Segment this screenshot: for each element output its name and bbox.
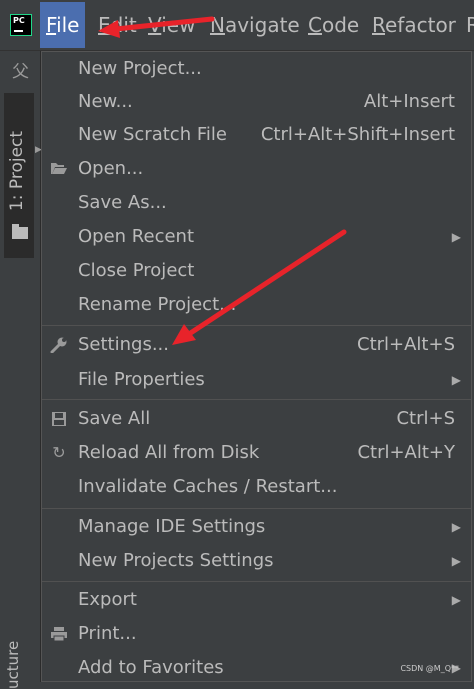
layout-icon[interactable]: 父 [12, 63, 30, 81]
menu-item-label: Add to Favorites [78, 657, 224, 678]
menu-item-open[interactable]: Open... [42, 152, 471, 186]
submenu-arrow-icon: ▶ [451, 373, 461, 387]
menu-edit[interactable]: Edit [92, 10, 143, 40]
submenu-arrow-icon: ▶ [451, 520, 461, 534]
menu-item-new[interactable]: New... Alt+Insert [42, 85, 471, 119]
submenu-arrow-icon: ▶ [451, 554, 461, 568]
reload-icon: ↻ [52, 443, 66, 462]
menu-item-print[interactable]: Print... [42, 617, 471, 651]
menu-item-manage-ide-settings[interactable]: Manage IDE Settings ▶ [42, 510, 471, 544]
menu-item-close-project[interactable]: Close Project [42, 254, 471, 288]
menu-item-label: Invalidate Caches / Restart... [78, 476, 338, 497]
menu-item-label: New Projects Settings [78, 550, 274, 571]
main-menu-bar: PC File Edit View Navigate Code Refactor… [0, 0, 474, 51]
wrench-icon [50, 337, 68, 354]
menu-item-label: Save All [78, 408, 151, 429]
menu-item-new-project[interactable]: New Project... [42, 52, 471, 86]
menu-file[interactable]: File [40, 2, 86, 48]
menu-item-settings[interactable]: Settings... Ctrl+Alt+S [42, 328, 471, 362]
printer-icon [50, 626, 68, 642]
folder-icon [12, 224, 28, 239]
menu-item-label: File Properties [78, 369, 205, 390]
menu-item-export[interactable]: Export ▶ [42, 583, 471, 617]
pycharm-logo-icon: PC [10, 14, 32, 36]
left-tool-strip: 父 1: Project ▶ ucture [0, 51, 42, 689]
menu-item-label: Print... [78, 623, 137, 644]
menu-item-label: New... [78, 91, 133, 112]
menu-separator [42, 399, 471, 400]
submenu-arrow-icon: ▶ [451, 230, 461, 244]
menu-navigate[interactable]: Navigate [204, 10, 306, 40]
menu-item-label: Reload All from Disk [78, 442, 260, 463]
structure-tab-label[interactable]: ucture [3, 619, 23, 689]
menu-item-save-as[interactable]: Save As... [42, 186, 471, 220]
menu-item-label: Close Project [78, 260, 195, 281]
menu-separator [42, 581, 471, 582]
menu-item-label: New Project... [78, 58, 202, 79]
project-tab-label: 1: Project [7, 130, 27, 212]
menu-separator [42, 325, 471, 326]
menu-code[interactable]: Code [302, 10, 365, 40]
shortcut-label: Ctrl+Alt+Shift+Insert [260, 124, 455, 145]
menu-item-label: Export [78, 589, 137, 610]
menu-item-save-all[interactable]: Save All Ctrl+S [42, 402, 471, 436]
menu-item-label: Open Recent [78, 226, 195, 247]
menu-separator [42, 508, 471, 509]
menu-item-rename-project[interactable]: Rename Project... [42, 288, 471, 322]
menu-item-label: Rename Project... [78, 294, 237, 315]
menu-item-label: New Scratch File [78, 124, 227, 145]
menu-run-partial[interactable]: R [460, 10, 474, 40]
submenu-arrow-icon: ▶ [451, 593, 461, 607]
menu-view[interactable]: View [142, 10, 201, 40]
menu-item-open-recent[interactable]: Open Recent ▶ [42, 220, 471, 254]
floppy-disk-icon [50, 411, 68, 427]
project-tool-window-tab[interactable]: 1: Project [4, 93, 34, 258]
shortcut-label: Ctrl+S [396, 408, 455, 429]
menu-item-new-scratch-file[interactable]: New Scratch File Ctrl+Alt+Shift+Insert [42, 118, 471, 152]
menu-item-reload-all[interactable]: ↻ Reload All from Disk Ctrl+Alt+Y [42, 436, 471, 470]
menu-item-file-properties[interactable]: File Properties ▶ [42, 363, 471, 397]
shortcut-label: Alt+Insert [363, 91, 455, 112]
menu-item-label: Save As... [78, 192, 167, 213]
shortcut-label: Ctrl+Alt+Y [357, 442, 455, 463]
menu-refactor[interactable]: Refactor [366, 10, 462, 40]
folder-open-icon [50, 161, 68, 177]
menu-item-new-projects-settings[interactable]: New Projects Settings ▶ [42, 544, 471, 578]
menu-item-label: Settings... [78, 334, 169, 355]
menu-item-label: Manage IDE Settings [78, 516, 266, 537]
shortcut-label: Ctrl+Alt+S [357, 334, 455, 355]
menu-item-invalidate-caches[interactable]: Invalidate Caches / Restart... [42, 470, 471, 504]
watermark-text: CSDN @M_Q** [400, 664, 459, 673]
menu-item-label: Open... [78, 158, 144, 179]
file-menu-dropdown: New Project... New... Alt+Insert New Scr… [41, 51, 472, 682]
